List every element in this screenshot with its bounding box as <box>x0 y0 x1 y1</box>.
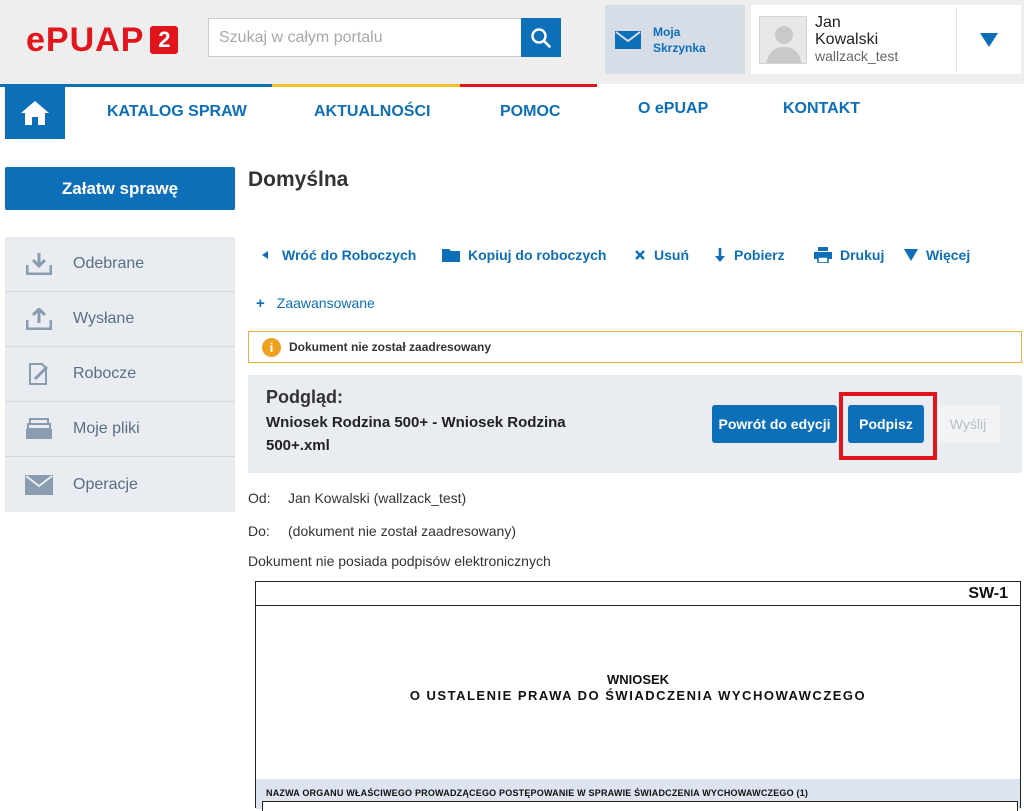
document-field-box <box>262 801 1018 811</box>
sidebar-item-operacje[interactable]: Operacje <box>5 457 235 512</box>
send-button-disabled: Wyślij <box>936 405 1000 443</box>
nav-item-o-epuap[interactable]: O ePUAP <box>638 87 708 139</box>
more-label: Więcej <box>926 247 971 263</box>
search-box <box>208 18 561 57</box>
warning-alert: i Dokument nie został zaadresowany <box>248 331 1022 363</box>
advanced-toggle[interactable]: + Zaawansowane <box>256 292 375 314</box>
copy-to-drafts-button[interactable]: Kopiuj do roboczych <box>442 242 606 268</box>
document-title: WNIOSEK O USTALENIE PRAWA DO ŚWIADCZENIA… <box>256 672 1020 704</box>
avatar <box>759 15 807 64</box>
from-line: Od: Jan Kowalski (wallzack_test) <box>248 490 466 506</box>
plus-icon: + <box>256 294 265 312</box>
home-icon <box>21 101 49 125</box>
draft-edit-icon <box>29 363 49 385</box>
sign-button[interactable]: Podpisz <box>848 405 924 443</box>
files-stack-icon <box>26 418 52 439</box>
nav-item-aktualnosci[interactable]: AKTUALNOŚCI <box>314 87 430 139</box>
logo-number-badge: 2 <box>150 26 179 54</box>
document-code: SW-1 <box>256 582 1020 606</box>
user-login: wallzack_test <box>815 48 899 64</box>
info-warning-icon: i <box>262 337 281 357</box>
envelope-icon <box>615 30 641 49</box>
user-last-name: Kowalski <box>815 31 879 48</box>
download-label: Pobierz <box>734 247 785 263</box>
caret-left-icon <box>262 251 268 259</box>
nav-item-katalog-spraw[interactable]: KATALOG SPRAW <box>107 87 247 139</box>
document-title-line2: O USTALENIE PRAWA DO ŚWIADCZENIA WYCHOWA… <box>409 688 867 703</box>
outbox-upload-icon <box>26 308 52 330</box>
triangle-down-icon <box>904 249 918 261</box>
download-button[interactable]: Pobierz <box>714 242 785 268</box>
from-label: Od: <box>248 490 271 506</box>
user-names: Jan Kowalski wallzack_test <box>815 14 955 65</box>
epuap-logo[interactable]: ePUAP 2 <box>26 21 179 59</box>
main-nav: KATALOG SPRAW AKTUALNOŚCI POMOC O ePUAP … <box>0 87 1024 139</box>
copy-to-drafts-label: Kopiuj do roboczych <box>468 247 607 263</box>
sidebar-item-moje-pliki[interactable]: Moje pliki <box>5 402 235 457</box>
sidebar-item-wyslane[interactable]: Wysłane <box>5 292 235 347</box>
preview-document-name: Wniosek Rodzina 500+ - Wniosek Rodzina 5… <box>266 414 566 454</box>
page-title: Domyślna <box>248 168 349 191</box>
preview-panel: Podgląd: Wniosek Rodzina 500+ - Wniosek … <box>248 375 1022 473</box>
handle-matter-button[interactable]: Załatw sprawę <box>5 167 235 210</box>
from-value: Jan Kowalski (wallzack_test) <box>288 490 467 506</box>
user-silhouette-icon <box>766 25 802 63</box>
to-line: Do: (dokument nie został zaadresowany) <box>248 523 516 539</box>
search-button[interactable] <box>521 18 561 57</box>
my-inbox-button[interactable]: Moja Skrzynka <box>605 5 745 74</box>
user-first-name: Jan <box>815 14 841 31</box>
site-header: ePUAP 2 Moja Skrzynka Jan <box>0 0 1024 84</box>
printer-icon <box>814 247 832 263</box>
document-toolbar: Wróć do Roboczych Kopiuj do roboczych Us… <box>248 242 1024 268</box>
inbox-label-line1: Moja <box>653 24 681 39</box>
sidebar-item-odebrane[interactable]: Odebrane <box>5 237 235 292</box>
search-icon <box>531 27 551 48</box>
nav-item-pomoc[interactable]: POMOC <box>500 87 560 139</box>
sidebar-item-label: Operacje <box>73 475 138 493</box>
print-label: Drukuj <box>840 247 885 263</box>
user-menu-toggle[interactable] <box>957 5 1021 74</box>
print-button[interactable]: Drukuj <box>814 242 884 268</box>
folder-icon <box>442 249 460 262</box>
back-to-edit-button[interactable]: Powrót do edycji <box>712 405 837 443</box>
delete-label: Usuń <box>654 247 689 263</box>
to-label: Do: <box>248 523 270 539</box>
search-input[interactable] <box>208 18 521 57</box>
sidebar-item-label: Wysłane <box>73 310 135 327</box>
back-to-drafts-label: Wróć do Roboczych <box>282 247 417 263</box>
document-title-line1: WNIOSEK <box>606 672 670 687</box>
envelope-icon <box>25 474 53 495</box>
user-panel[interactable]: Jan Kowalski wallzack_test <box>751 5 1021 74</box>
sidebar-item-label: Robocze <box>73 365 137 382</box>
arrow-down-icon <box>715 248 725 262</box>
logo-text: ePUAP <box>26 21 145 59</box>
warning-text: Dokument nie został zaadresowany <box>289 340 492 354</box>
sidebar-menu: Odebrane Wysłane Robocze Moje pliki Oper… <box>5 237 235 512</box>
triangle-down-icon <box>980 32 998 47</box>
more-button[interactable]: Więcej <box>904 242 970 268</box>
delete-button[interactable]: Usuń <box>634 242 689 268</box>
nav-item-kontakt[interactable]: KONTAKT <box>783 87 860 139</box>
back-to-drafts-button[interactable]: Wróć do Roboczych <box>260 242 416 268</box>
to-value: (dokument nie został zaadresowany) <box>288 523 517 539</box>
signatures-status: Dokument nie posiada podpisów elektronic… <box>248 553 551 569</box>
sidebar-item-robocze[interactable]: Robocze <box>5 347 235 402</box>
inbox-label-line2: Skrzynka <box>653 40 706 55</box>
preview-label: Podgląd: <box>266 387 343 407</box>
advanced-label: Zaawansowane <box>276 295 375 311</box>
inbox-label: Moja Skrzynka <box>653 24 713 56</box>
inbox-download-icon <box>26 253 52 275</box>
sidebar-item-label: Odebrane <box>73 255 145 272</box>
close-icon <box>635 250 645 260</box>
sidebar-item-label: Moje pliki <box>73 420 140 437</box>
document-preview: SW-1 WNIOSEK O USTALENIE PRAWA DO ŚWIADC… <box>255 581 1021 811</box>
home-button[interactable] <box>5 87 65 139</box>
